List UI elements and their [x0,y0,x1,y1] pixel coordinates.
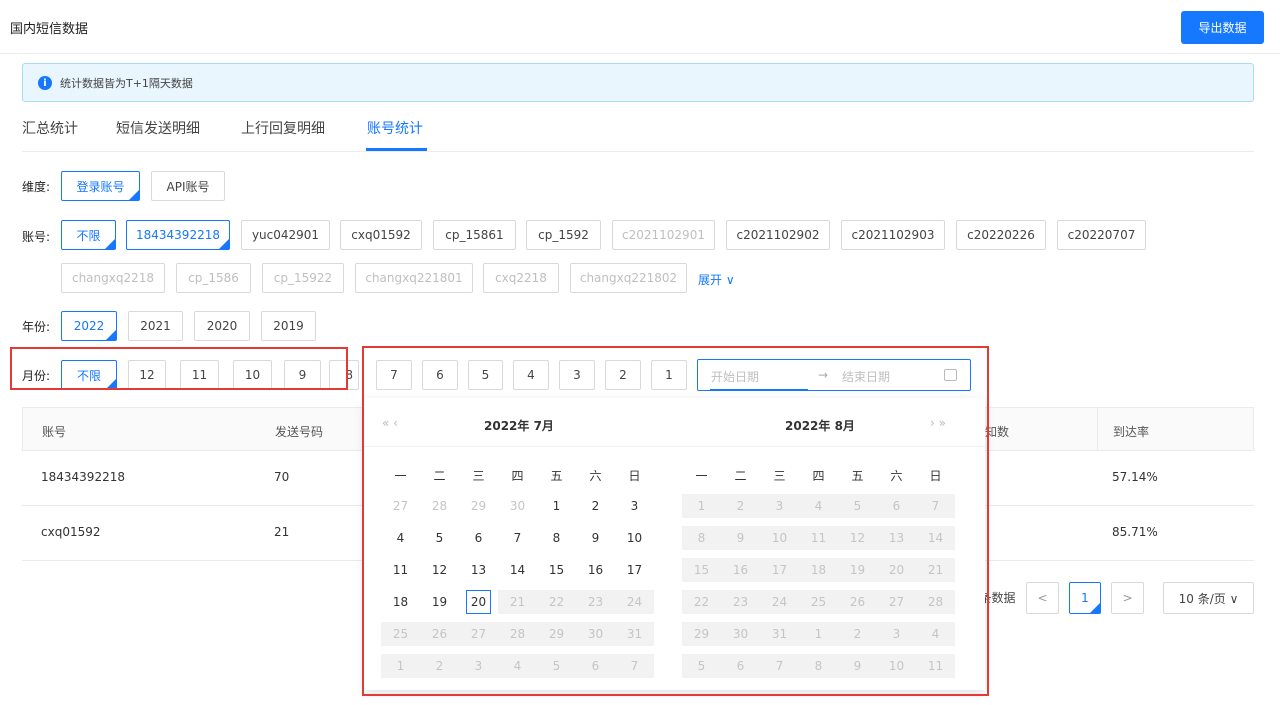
tab-uplink-reply-detail[interactable]: 上行回复明细 [241,118,325,138]
year-option-2021[interactable]: 2021 [128,311,183,341]
page-title: 国内短信数据 [10,22,89,37]
tab-summary[interactable]: 汇总统计 [22,118,78,138]
year-option-2020[interactable]: 2020 [194,311,250,341]
pagination-page-1[interactable]: 1 [1069,582,1101,614]
account-option[interactable]: changxq221802 [570,263,687,293]
account-option[interactable]: yuc042901 [241,220,330,250]
cell-arrival-rate: 57.14% [1112,470,1158,484]
info-notice: i 统计数据皆为T+1隔天数据 [22,63,1254,102]
annotation-box-date-picker [362,346,989,696]
account-option[interactable]: cxq2218 [483,263,559,293]
tab-account-stats[interactable]: 账号统计 [367,118,423,138]
info-icon: i [38,76,52,90]
dimension-label: 维度: [22,180,51,194]
column-header-send-number: 发送号码 [275,425,324,439]
column-header-account: 账号 [42,425,67,439]
page-header [0,0,1280,54]
account-option[interactable]: cxq01592 [340,220,422,250]
account-option[interactable]: cp_15861 [433,220,516,250]
account-label: 账号: [22,230,51,244]
tab-divider [22,151,1254,152]
expand-accounts-link[interactable]: 展开 ∨ [698,271,735,288]
pagination-prev-button[interactable]: < [1026,582,1059,614]
notice-text: 统计数据皆为T+1隔天数据 [60,77,193,90]
account-option[interactable]: 18434392218 [126,220,230,250]
page-size-select[interactable]: 10 条/页 ∨ [1163,582,1254,614]
year-label: 年份: [22,320,51,334]
account-option[interactable]: cp_1586 [176,263,251,293]
dimension-option-login-account[interactable]: 登录账号 [61,171,140,201]
export-data-button[interactable]: 导出数据 [1181,11,1264,44]
column-header-arrival-rate: 到达率 [1113,425,1150,439]
active-tab-indicator [366,148,427,151]
column-divider [1097,407,1098,451]
cell-account: cxq01592 [41,525,101,539]
dimension-option-api-account[interactable]: API账号 [151,171,225,201]
account-option[interactable]: c2021102901 [612,220,715,250]
tab-sms-send-detail[interactable]: 短信发送明细 [116,118,200,138]
pagination-next-button[interactable]: > [1111,582,1144,614]
cell-send-number: 70 [274,470,290,484]
annotation-box-month [10,347,348,390]
account-option[interactable]: cp_15922 [262,263,344,293]
year-option-2019[interactable]: 2019 [261,311,316,341]
account-option[interactable]: c20220226 [956,220,1046,250]
account-option[interactable]: c20220707 [1057,220,1146,250]
account-option[interactable]: changxq2218 [61,263,165,293]
account-option-unlimited[interactable]: 不限 [61,220,116,250]
account-option[interactable]: changxq221801 [355,263,473,293]
year-option-2022[interactable]: 2022 [61,311,117,341]
account-option[interactable]: c2021102903 [841,220,945,250]
cell-arrival-rate: 85.71% [1112,525,1158,539]
cell-send-number: 21 [274,525,290,539]
account-option[interactable]: cp_1592 [526,220,601,250]
account-option[interactable]: c2021102902 [726,220,830,250]
cell-account: 18434392218 [41,470,125,484]
